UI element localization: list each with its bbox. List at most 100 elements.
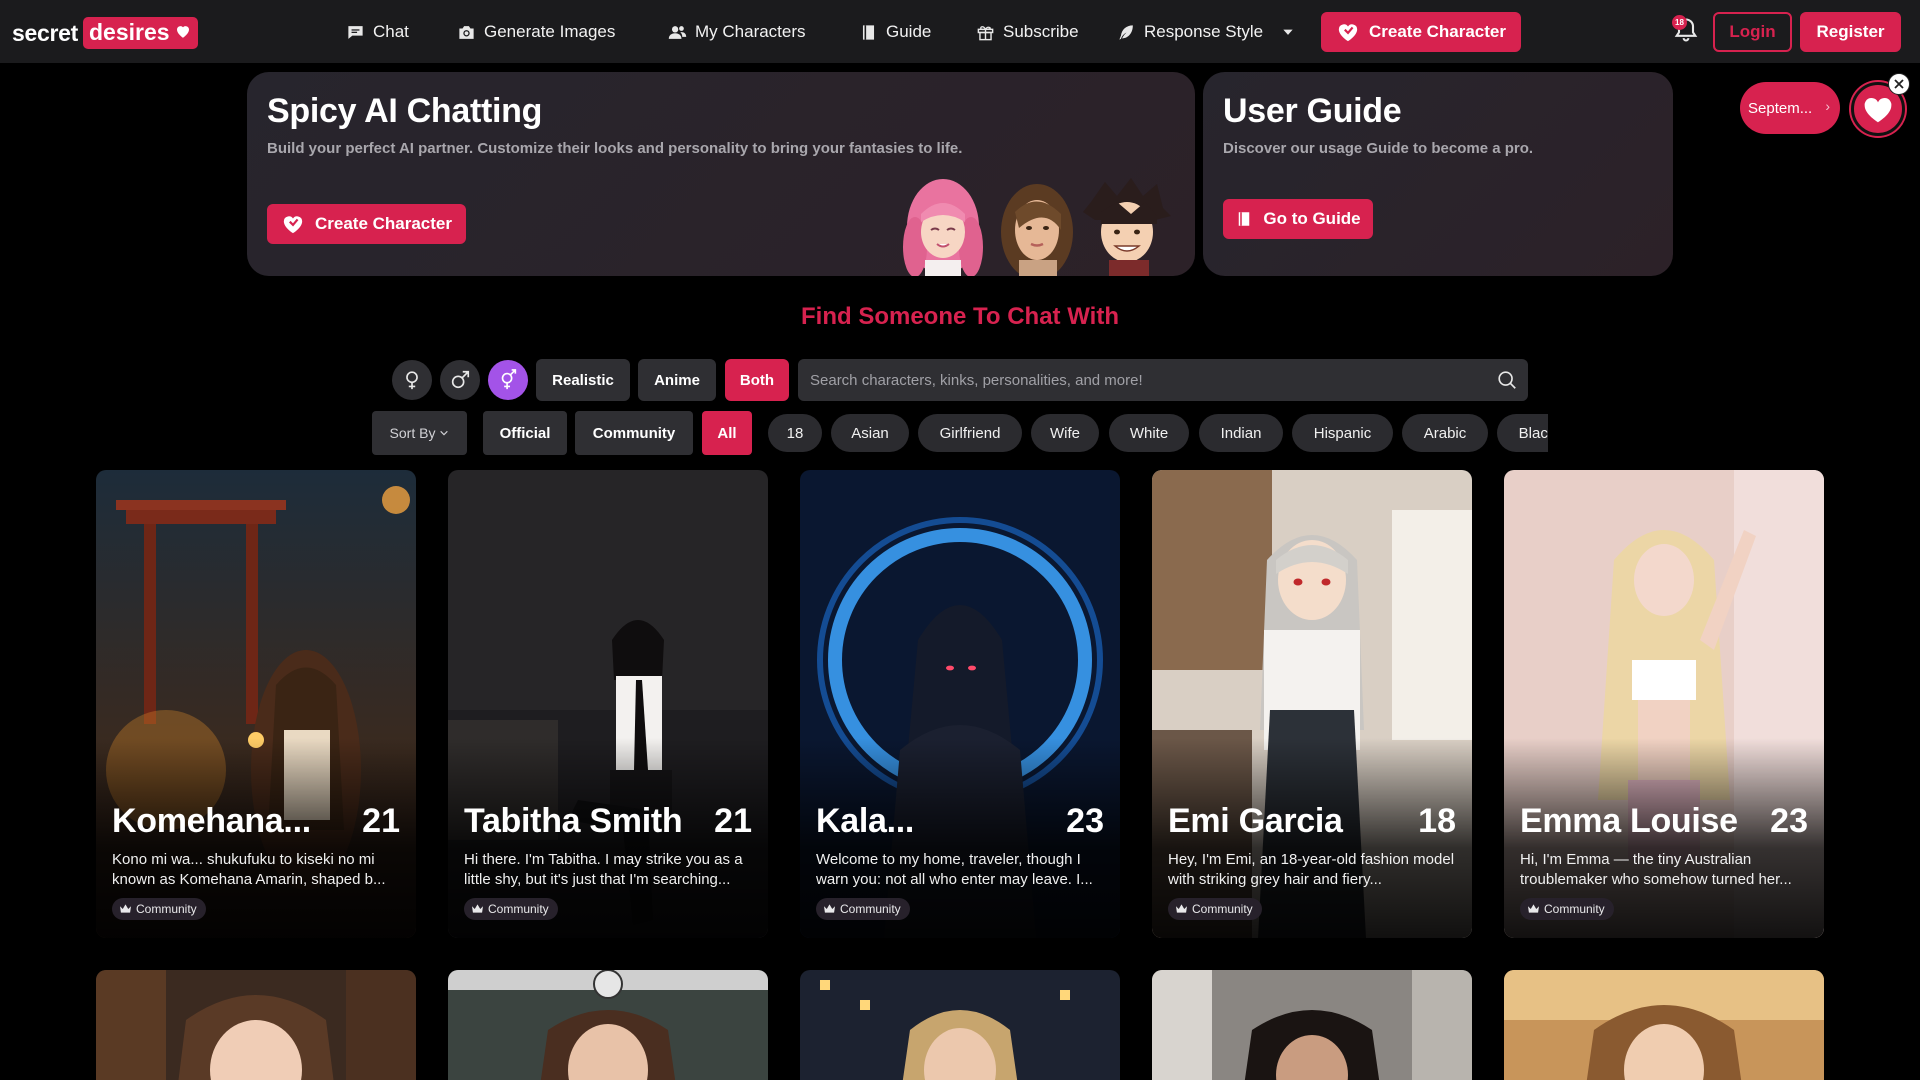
nav-guide[interactable]: Guide xyxy=(859,19,931,45)
nav-response-style[interactable]: Response Style xyxy=(1117,19,1295,45)
character-description-text: Kono mi wa... shukufuku to kiseki no mi … xyxy=(112,851,386,888)
tag-chip-hispanic[interactable]: Hispanic xyxy=(1292,414,1393,452)
tag-chip-asian[interactable]: Asian xyxy=(831,414,909,452)
character-description-text: Hey, I'm Emi, an 18-year-old fashion mod… xyxy=(1168,851,1455,888)
character-portrait-image xyxy=(96,970,416,1080)
both-genders-icon xyxy=(501,369,517,390)
character-card[interactable]: Kala... 23 Welcome to my home, traveler,… xyxy=(800,470,1120,938)
style-anime-button[interactable]: Anime xyxy=(638,359,716,401)
character-age: 23 xyxy=(1770,802,1808,840)
character-age: 21 xyxy=(362,802,400,840)
tab-all[interactable]: All xyxy=(702,411,752,455)
tag-chip-black[interactable]: Black xyxy=(1497,414,1548,452)
character-description: Kono mi wa... shukufuku to kiseki no mi … xyxy=(112,850,400,890)
tag-chip-white[interactable]: White xyxy=(1109,414,1189,452)
user-guide-panel: User Guide Discover our usage Guide to b… xyxy=(1203,72,1673,276)
search-icon[interactable] xyxy=(1496,369,1518,391)
character-age: 18 xyxy=(1418,802,1456,840)
community-badge-label: Community xyxy=(488,902,549,916)
heart-plus-icon xyxy=(1338,24,1358,42)
character-age: 21 xyxy=(714,802,752,840)
close-promo-button[interactable] xyxy=(1888,73,1910,95)
character-card[interactable] xyxy=(1504,970,1824,1080)
tab-official[interactable]: Official xyxy=(483,411,567,455)
book-icon xyxy=(862,24,875,40)
character-card[interactable]: Komehana... 21 Kono mi wa... shukufuku t… xyxy=(96,470,416,938)
character-portrait-image xyxy=(800,970,1120,1080)
chevron-right-icon: › xyxy=(1825,98,1830,114)
character-description: Hi there. I'm Tabitha. I may strike you … xyxy=(464,850,752,890)
character-card[interactable] xyxy=(800,970,1120,1080)
nav-chat[interactable]: Chat xyxy=(346,19,409,45)
sort-by-dropdown[interactable]: Sort By xyxy=(372,411,467,455)
character-name: Tabitha Smith xyxy=(464,802,683,840)
chat-icon xyxy=(348,25,363,39)
character-card[interactable]: Tabitha Smith 21 Hi there. I'm Tabitha. … xyxy=(448,470,768,938)
search-input[interactable] xyxy=(798,359,1478,401)
community-badge: Community xyxy=(112,898,206,920)
character-card[interactable] xyxy=(1152,970,1472,1080)
tab-community[interactable]: Community xyxy=(575,411,693,455)
gender-female-button[interactable] xyxy=(392,360,432,400)
character-portrait-image xyxy=(1152,970,1472,1080)
crown-icon xyxy=(1176,904,1187,913)
crown-icon xyxy=(472,904,483,913)
sort-by-label: Sort By xyxy=(389,425,436,441)
create-character-button[interactable]: Create Character xyxy=(1321,12,1521,52)
character-description: Hi, I'm Emma — the tiny Australian troub… xyxy=(1520,850,1808,890)
heart-icon xyxy=(1864,97,1892,123)
find-section-title: Find Someone To Chat With xyxy=(801,303,1119,330)
hero-create-character-button[interactable]: Create Character xyxy=(267,204,466,244)
gender-both-button[interactable] xyxy=(488,360,528,400)
nav-subscribe-label: Subscribe xyxy=(1003,22,1079,41)
tag-chip-indian[interactable]: Indian xyxy=(1199,414,1283,452)
create-character-label: Create Character xyxy=(1368,22,1506,41)
nav-response-style-label: Response Style xyxy=(1144,22,1264,41)
character-card[interactable] xyxy=(96,970,416,1080)
crown-icon xyxy=(1528,904,1539,913)
nav-generate-images[interactable]: Generate Images xyxy=(457,19,615,45)
hero-subtitle: Build your perfect AI partner. Customize… xyxy=(267,140,963,157)
go-to-guide-label: Go to Guide xyxy=(1263,209,1361,228)
users-icon xyxy=(668,25,687,39)
character-description: Hey, I'm Emi, an 18-year-old fashion mod… xyxy=(1168,850,1456,890)
character-name: Emi Garcia xyxy=(1168,802,1343,840)
character-portrait-image xyxy=(1504,970,1824,1080)
style-realistic-button[interactable]: Realistic xyxy=(536,359,630,401)
community-badge: Community xyxy=(1168,898,1262,920)
character-name: Komehana... xyxy=(112,802,311,840)
heart-plus-icon xyxy=(283,216,303,234)
nav-my-characters[interactable]: My Characters xyxy=(668,19,806,45)
tag-chip-girlfriend[interactable]: Girlfriend xyxy=(918,414,1022,452)
crown-icon xyxy=(824,904,835,913)
female-symbol-icon xyxy=(406,371,418,390)
register-button[interactable]: Register xyxy=(1800,12,1901,52)
promo-label: Septem... xyxy=(1748,99,1813,117)
book-icon xyxy=(1239,212,1250,226)
crown-icon xyxy=(120,904,131,913)
tag-chip-18[interactable]: 18 xyxy=(768,414,822,452)
login-button[interactable]: Login xyxy=(1713,12,1792,52)
top-navbar: secret desires Chat Generate Images My C… xyxy=(0,0,1920,63)
community-badge: Community xyxy=(816,898,910,920)
male-symbol-icon xyxy=(451,370,470,389)
go-to-guide-button[interactable]: Go to Guide xyxy=(1223,199,1373,239)
brand-logo[interactable]: secret desires xyxy=(12,17,198,49)
brand-name-desires: desires xyxy=(82,17,198,49)
promo-pill[interactable]: Septem... › xyxy=(1740,82,1840,134)
community-badge-label: Community xyxy=(136,902,197,916)
nav-subscribe[interactable]: Subscribe xyxy=(976,19,1079,45)
community-badge-label: Community xyxy=(840,902,901,916)
brand-name-secret: secret xyxy=(12,19,78,46)
character-description-text: Welcome to my home, traveler, though I w… xyxy=(816,851,1093,888)
character-card[interactable]: Emi Garcia 18 Hey, I'm Emi, an 18-year-o… xyxy=(1152,470,1472,938)
tag-chip-arabic[interactable]: Arabic xyxy=(1402,414,1488,452)
character-name: Kala... xyxy=(816,802,915,840)
character-card[interactable]: Emma Louise 23 Hi, I'm Emma — the tiny A… xyxy=(1504,470,1824,938)
gender-male-button[interactable] xyxy=(440,360,480,400)
chevron-down-icon xyxy=(1283,29,1293,35)
character-card[interactable] xyxy=(448,970,768,1080)
tag-chip-wife[interactable]: Wife xyxy=(1031,414,1099,452)
hero-title: Spicy AI Chatting xyxy=(267,92,543,130)
style-both-button[interactable]: Both xyxy=(725,359,789,401)
